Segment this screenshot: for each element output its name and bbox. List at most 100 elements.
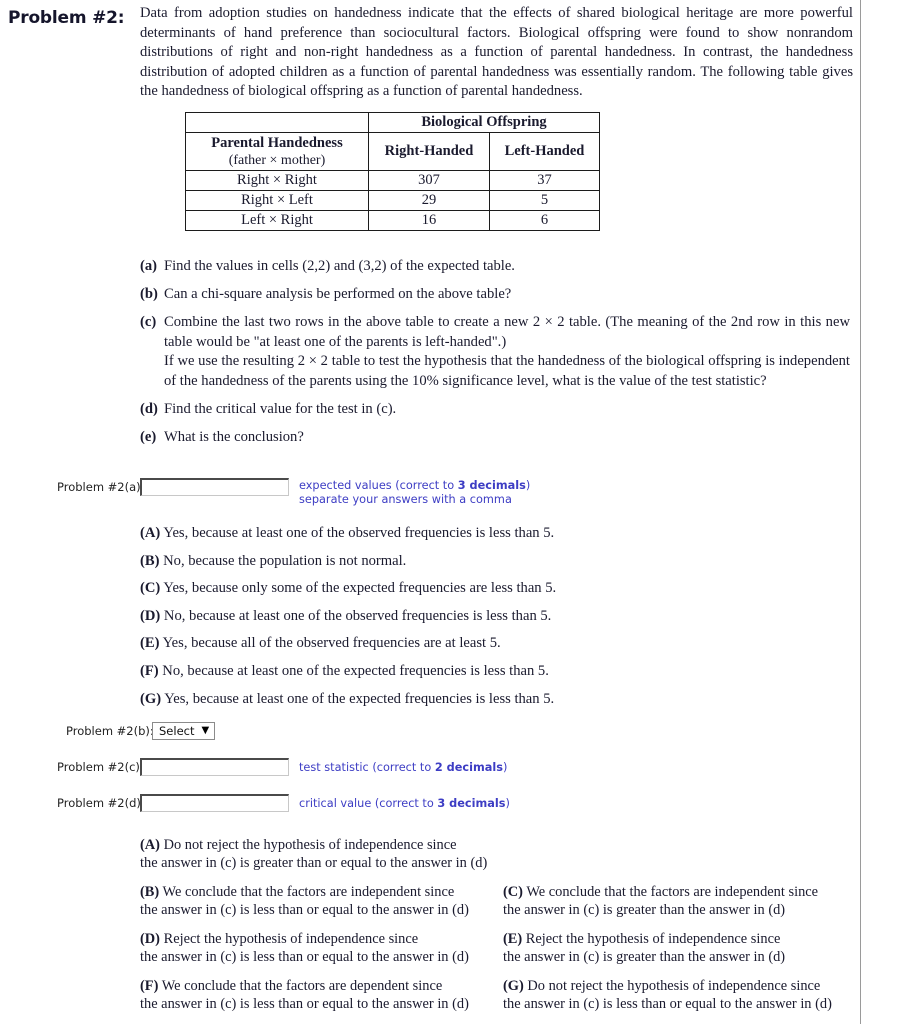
choice-e-E-line2: the answer in (c) is greater than the an…	[503, 949, 786, 965]
choice-b-D[interactable]: (D) No, because at least one of the obse…	[140, 607, 860, 627]
choice-e-A-line2: the answer in (c) is greater than or equ…	[140, 855, 488, 871]
choice-e-G-line1: (G) Do not reject the hypothesis of inde…	[503, 977, 860, 995]
choice-e-A[interactable]: (A) Do not reject the hypothesis of inde…	[140, 836, 503, 872]
table-header-left-handed: Left-Handed	[489, 132, 600, 171]
part-tag-b: (b)	[140, 286, 158, 303]
table-row: Left × Right 16 6	[185, 210, 600, 231]
choice-tag: (B)	[140, 552, 160, 569]
answer-input-c[interactable]	[140, 758, 289, 776]
table-cell-right-handed: 29	[368, 190, 490, 211]
choice-list-e: (A) Do not reject the hypothesis of inde…	[140, 836, 860, 1024]
table-cell-right-handed: 16	[368, 210, 490, 231]
choice-tag: (E)	[503, 931, 523, 947]
choice-tag: (D)	[140, 931, 160, 947]
choice-e-E[interactable]: (E) Reject the hypothesis of independenc…	[503, 930, 860, 966]
choice-e-A-line1: (A) Do not reject the hypothesis of inde…	[140, 836, 497, 854]
part-text-c-2: If we use the resulting 2 × 2 table to t…	[164, 353, 850, 389]
problem-header: Problem #2: Data from adoption studies o…	[8, 4, 853, 102]
answer-hint-a-line2: separate your answers with a comma	[299, 492, 512, 506]
choice-b-F[interactable]: (F) No, because at least one of the expe…	[140, 662, 860, 682]
answer-hint-c: test statistic (correct to 2 decimals)	[299, 761, 508, 774]
table-header-parental-handedness: Parental Handedness (father × mother)	[185, 132, 369, 171]
part-tag-e: (e)	[140, 429, 157, 446]
answer-select-b-value: Select	[159, 724, 195, 738]
part-text-c-1: Combine the last two rows in the above t…	[164, 314, 850, 350]
choice-text: No, because at least one of the observed…	[163, 607, 552, 624]
choice-tag: (C)	[140, 580, 161, 597]
choice-e-B[interactable]: (B) We conclude that the factors are ind…	[140, 883, 503, 919]
question-part-c: (c) Combine the last two rows in the abo…	[140, 313, 850, 391]
choice-e-E-line1: (E) Reject the hypothesis of independenc…	[503, 930, 860, 948]
table-group-header-row: Biological Offspring	[185, 112, 600, 133]
answer-hint-a: expected values (correct to 3 decimals) …	[299, 479, 530, 506]
conclusion-row-3: (D) Reject the hypothesis of independenc…	[140, 930, 860, 966]
choice-text: Reject the hypothesis of independence si…	[163, 931, 419, 947]
answer-row-d: Problem #2(d): critical value (correct t…	[0, 794, 900, 816]
choice-e-D[interactable]: (D) Reject the hypothesis of independenc…	[140, 930, 503, 966]
choice-e-D-line2: the answer in (c) is less than or equal …	[140, 949, 469, 965]
part-text-a: Find the values in cells (2,2) and (3,2)…	[164, 258, 515, 274]
choice-b-A[interactable]: (A) Yes, because at least one of the obs…	[140, 524, 860, 544]
answer-input-d[interactable]	[140, 794, 289, 812]
choice-e-D-line1: (D) Reject the hypothesis of independenc…	[140, 930, 497, 948]
choice-text: No, because the population is not normal…	[163, 552, 407, 569]
choice-text: Do not reject the hypothesis of independ…	[163, 837, 457, 853]
choice-b-C[interactable]: (C) Yes, because only some of the expect…	[140, 579, 860, 599]
choice-text: Yes, because at least one of the observe…	[163, 525, 555, 541]
part-text-b: Can a chi-square analysis be performed o…	[164, 286, 512, 303]
table-cell-category: Left × Right	[185, 210, 369, 231]
table-cell-left-handed: 6	[489, 210, 600, 231]
part-tag-c: (c)	[140, 314, 157, 331]
conclusion-row-1-spacer	[503, 836, 860, 872]
choice-e-C[interactable]: (C) We conclude that the factors are ind…	[503, 883, 860, 919]
part-text-d: Find the critical value for the test in …	[164, 401, 397, 418]
choice-text: No, because at least one of the expected…	[162, 662, 549, 679]
answer-select-b[interactable]: Select ▼	[152, 722, 216, 740]
choice-list-b: (A) Yes, because at least one of the obs…	[140, 524, 860, 717]
choice-e-F-line1: (F) We conclude that the factors are dep…	[140, 977, 497, 995]
question-part-a: (a) Find the values in cells (2,2) and (…	[140, 257, 850, 277]
table-cell-left-handed: 5	[489, 190, 600, 211]
table-cell-category: Right × Right	[185, 170, 369, 191]
choice-tag: (C)	[503, 884, 523, 900]
question-part-b: (b) Can a chi-square analysis be perform…	[140, 285, 850, 305]
choice-text: Do not reject the hypothesis of independ…	[527, 978, 821, 994]
problem-statement-text: Data from adoption studies on handedness…	[140, 5, 853, 100]
table-corner-cell	[185, 112, 369, 133]
question-part-d: (d) Find the critical value for the test…	[140, 400, 850, 420]
conclusion-row-1: (A) Do not reject the hypothesis of inde…	[140, 836, 860, 872]
handedness-data-table: Biological Offspring Parental Handedness…	[185, 112, 600, 231]
right-frame-rule	[860, 0, 861, 1024]
answer-hint-a-line1: expected values (correct to 3 decimals)	[299, 479, 531, 492]
part-text-e: What is the conclusion?	[164, 429, 304, 446]
answer-label-d: Problem #2(d):	[57, 796, 145, 810]
choice-e-G[interactable]: (G) Do not reject the hypothesis of inde…	[503, 977, 860, 1013]
choice-b-G[interactable]: (G) Yes, because at least one of the exp…	[140, 690, 860, 710]
part-tag-d: (d)	[140, 401, 158, 418]
answer-input-a[interactable]	[140, 478, 289, 496]
answer-label-a: Problem #2(a):	[57, 480, 145, 494]
chevron-down-icon: ▼	[201, 725, 210, 736]
question-part-e: (e) What is the conclusion?	[140, 428, 850, 448]
problem-number-label: Problem #2:	[8, 8, 125, 28]
choice-b-E[interactable]: (E) Yes, because all of the observed fre…	[140, 634, 860, 654]
choice-e-F[interactable]: (F) We conclude that the factors are dep…	[140, 977, 503, 1013]
choice-text: We conclude that the factors are depende…	[161, 978, 443, 994]
answer-label-b: Problem #2(b):	[66, 724, 154, 738]
table-header-right-handed: Right-Handed	[368, 132, 490, 171]
answer-row-c: Problem #2(c): test statistic (correct t…	[0, 758, 900, 780]
choice-tag: (B)	[140, 884, 160, 900]
table-header-parental-handedness-main: Parental Handedness	[211, 135, 343, 151]
table-column-header-row: Parental Handedness (father × mother) Ri…	[185, 132, 600, 171]
question-parts-list: (a) Find the values in cells (2,2) and (…	[140, 257, 850, 456]
conclusion-row-4: (F) We conclude that the factors are dep…	[140, 977, 860, 1013]
table-row: Right × Left 29 5	[185, 190, 600, 211]
choice-text: We conclude that the factors are indepen…	[526, 884, 819, 900]
choice-e-G-line2: the answer in (c) is less than or equal …	[503, 996, 832, 1012]
table-row: Right × Right 307 37	[185, 170, 600, 191]
answer-row-b: Problem #2(b): Select ▼	[0, 722, 900, 744]
choice-tag: (G)	[503, 978, 524, 994]
answer-label-c: Problem #2(c):	[57, 760, 144, 774]
choice-b-B[interactable]: (B) No, because the population is not no…	[140, 552, 860, 572]
table-header-parental-handedness-sub: (father × mother)	[228, 153, 326, 168]
